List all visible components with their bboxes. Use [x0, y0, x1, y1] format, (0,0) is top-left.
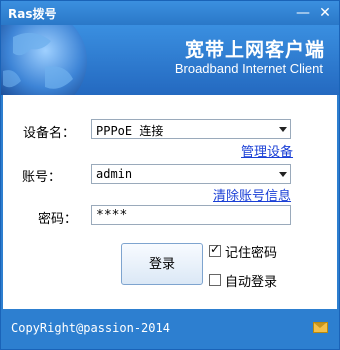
login-button[interactable]: 登录 — [121, 243, 203, 285]
banner-subtitle: Broadband Internet Client — [174, 61, 323, 76]
device-label: 设备名： — [22, 126, 75, 141]
manage-device-link[interactable]: 管理设备 — [241, 141, 293, 160]
ras-dial-window: Ras拨号 — ✕ 宽带上网客户端 Broadband Internet Cli… — [0, 0, 340, 350]
clear-account-link[interactable]: 清除账号信息 — [213, 185, 291, 204]
password-label: 密码： — [37, 212, 77, 227]
remember-password-label[interactable]: 记住密码 — [225, 242, 277, 261]
globe-icon — [1, 25, 87, 95]
window-title: Ras拨号 — [8, 7, 57, 21]
account-select-value: admin — [96, 167, 133, 181]
account-label: 账号： — [21, 170, 61, 185]
mail-icon[interactable] — [313, 322, 328, 333]
remember-password-checkbox[interactable] — [209, 242, 221, 257]
minimize-button[interactable]: — — [293, 4, 313, 22]
account-select[interactable]: admin — [91, 164, 291, 184]
close-button[interactable]: ✕ — [315, 4, 335, 22]
copyright-text: CopyRight@passion-2014 — [11, 321, 170, 335]
password-field[interactable]: **** — [91, 205, 291, 225]
login-panel: 设备名： PPPoE 连接 管理设备 账号： admin 清除账号信息 密码： … — [3, 95, 337, 309]
device-select[interactable]: PPPoE 连接 — [91, 119, 291, 139]
password-value: **** — [96, 208, 128, 223]
footer-bar: CopyRight@passion-2014 — [1, 309, 339, 349]
dropdown-arrow-icon[interactable] — [279, 172, 287, 177]
device-select-value: PPPoE 连接 — [96, 124, 164, 138]
banner-title: 宽带上网客户端 — [184, 39, 325, 61]
auto-login-label[interactable]: 自动登录 — [225, 271, 277, 290]
title-bar[interactable]: Ras拨号 — ✕ — [1, 1, 339, 25]
banner: 宽带上网客户端 Broadband Internet Client — [1, 25, 339, 95]
dropdown-arrow-icon[interactable] — [279, 127, 287, 132]
auto-login-checkbox[interactable] — [209, 274, 221, 286]
